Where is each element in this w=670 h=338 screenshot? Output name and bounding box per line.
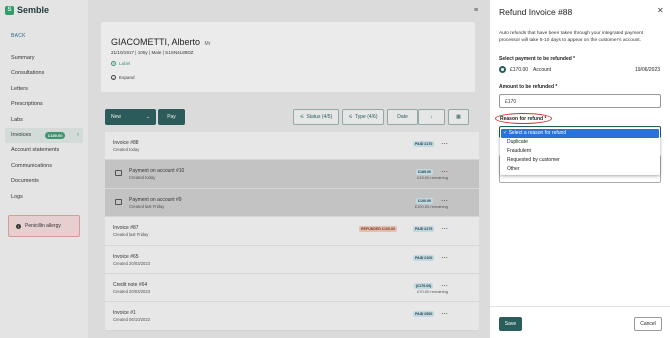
reason-option-fraudulent[interactable]: Fraudulent <box>501 147 659 156</box>
payment-date: 19/06/2023 <box>635 67 661 73</box>
cancel-button[interactable]: Cancel <box>634 317 662 331</box>
payment-radio[interactable] <box>499 66 506 73</box>
reason-option-duplicate[interactable]: Duplicate <box>501 138 659 147</box>
amount-label: Amount to be refunded * <box>499 84 558 90</box>
reason-option-other[interactable]: Other <box>501 165 659 174</box>
reason-option-requested[interactable]: Requested by customer <box>501 156 659 165</box>
refund-drawer: Refund Invoice #88 ✕ Auto refunds that h… <box>490 0 670 338</box>
refund-info-text: Auto refunds that have been taken throug… <box>499 31 644 43</box>
refund-amount-input[interactable]: £170 <box>499 94 661 108</box>
payment-amount: £170.00 <box>510 67 529 73</box>
save-label: Save <box>504 321 517 327</box>
modal-backdrop[interactable] <box>0 0 490 338</box>
payment-method: Account <box>533 67 552 73</box>
close-icon[interactable]: ✕ <box>657 6 664 15</box>
reason-label: Reason for refund * <box>500 116 547 122</box>
save-button[interactable]: Save <box>499 317 522 331</box>
reason-option-placeholder[interactable]: ✓ Select a reason for refund <box>501 129 659 138</box>
payment-select-label: Select payment to be refunded * <box>499 56 576 62</box>
footer-divider <box>490 306 670 307</box>
cancel-label: Cancel <box>640 321 656 327</box>
reason-dropdown: ✓ Select a reason for refund Duplicate F… <box>500 128 660 175</box>
drawer-title: Refund Invoice #88 <box>499 7 573 17</box>
